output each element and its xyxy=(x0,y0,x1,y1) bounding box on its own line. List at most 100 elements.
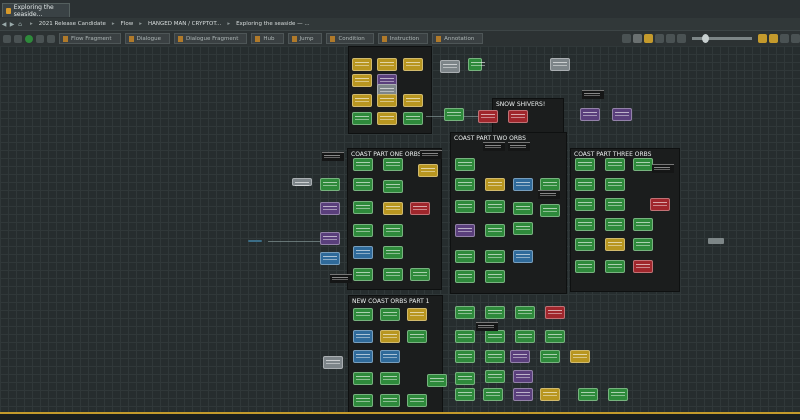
annotation-note[interactable] xyxy=(483,142,505,151)
annotation-button[interactable]: Annotation xyxy=(432,33,484,44)
flow-node[interactable] xyxy=(478,110,498,123)
flow-node[interactable] xyxy=(580,108,600,121)
window-icon[interactable] xyxy=(780,34,789,43)
flow-node[interactable] xyxy=(353,394,373,407)
search-icon[interactable] xyxy=(677,34,686,43)
flow-node[interactable] xyxy=(570,350,590,363)
layout-icon[interactable] xyxy=(622,34,631,43)
dialogue-button[interactable]: Dialogue xyxy=(124,33,170,44)
flow-node[interactable] xyxy=(320,178,340,191)
flow-node[interactable] xyxy=(403,94,423,107)
flow-node[interactable] xyxy=(540,388,560,401)
redo-icon[interactable] xyxy=(14,34,22,43)
flow-node[interactable] xyxy=(545,306,565,319)
flow-node[interactable] xyxy=(407,394,427,407)
flow-node[interactable] xyxy=(455,178,475,191)
flow-node[interactable] xyxy=(380,330,400,343)
breadcrumb-item[interactable]: Flow xyxy=(121,21,134,27)
annotation-note[interactable] xyxy=(420,150,442,159)
flow-node[interactable] xyxy=(485,200,505,213)
flow-node[interactable] xyxy=(485,370,505,383)
breadcrumb-item[interactable]: Exploring the seaside — ... xyxy=(236,21,310,27)
flow-node[interactable] xyxy=(633,158,653,171)
flow-node[interactable] xyxy=(377,94,397,107)
flow-node[interactable] xyxy=(513,178,533,191)
fit-icon[interactable] xyxy=(758,34,767,43)
flow-node[interactable] xyxy=(485,270,505,283)
flow-node[interactable] xyxy=(650,198,670,211)
flow-node[interactable] xyxy=(323,356,343,369)
dialogue-fragment-button[interactable]: Dialogue Fragment xyxy=(173,33,248,44)
flow-node[interactable] xyxy=(575,158,595,171)
flow-node[interactable] xyxy=(540,350,560,363)
breadcrumb-item[interactable]: HANGED MAN / CRYPTOT... xyxy=(148,21,221,27)
flow-node[interactable] xyxy=(320,202,340,215)
flow-node[interactable] xyxy=(612,108,632,121)
flow-node[interactable] xyxy=(575,238,595,251)
info-icon[interactable] xyxy=(47,34,55,43)
back-arrow-icon[interactable]: ◀ xyxy=(0,20,8,28)
condition-button[interactable]: Condition xyxy=(326,33,374,44)
input-pin[interactable] xyxy=(248,240,262,242)
flow-node[interactable] xyxy=(605,178,625,191)
flow-node[interactable] xyxy=(608,388,628,401)
flow-node[interactable] xyxy=(575,198,595,211)
flow-node[interactable] xyxy=(353,372,373,385)
flow-node[interactable] xyxy=(455,350,475,363)
flow-node[interactable] xyxy=(352,112,372,125)
flow-node[interactable] xyxy=(633,218,653,231)
instruction-button[interactable]: Instruction xyxy=(377,33,429,44)
flow-node[interactable] xyxy=(353,330,373,343)
annotation-note[interactable] xyxy=(538,190,560,199)
flow-node[interactable] xyxy=(578,388,598,401)
flow-node[interactable] xyxy=(352,74,372,87)
flow-node[interactable] xyxy=(455,372,475,385)
annotation-note[interactable] xyxy=(582,90,604,99)
flow-node[interactable] xyxy=(455,200,475,213)
flow-node[interactable] xyxy=(483,388,503,401)
undo-icon[interactable] xyxy=(3,34,11,43)
flow-node[interactable] xyxy=(605,158,625,171)
document-tab[interactable]: Exploring the seaside... xyxy=(2,3,70,18)
flow-node[interactable] xyxy=(515,330,535,343)
flow-node[interactable] xyxy=(380,372,400,385)
flow-node[interactable] xyxy=(455,270,475,283)
flow-node[interactable] xyxy=(485,350,505,363)
flow-node[interactable] xyxy=(468,58,485,71)
flow-node[interactable] xyxy=(633,238,653,251)
flow-node[interactable] xyxy=(383,180,403,193)
flow-node[interactable] xyxy=(292,178,312,186)
flow-node[interactable] xyxy=(605,218,625,231)
flow-node[interactable] xyxy=(410,202,430,215)
annotation-note[interactable] xyxy=(476,322,498,331)
flow-node[interactable] xyxy=(383,246,403,259)
up-icon[interactable] xyxy=(36,34,44,43)
flow-node[interactable] xyxy=(455,306,475,319)
annotation-note[interactable] xyxy=(508,142,530,151)
flow-fragment-button[interactable]: Flow Fragment xyxy=(59,33,121,44)
hub-button[interactable]: Hub xyxy=(251,33,284,44)
annotation-note[interactable] xyxy=(652,164,674,173)
breadcrumb-item[interactable]: 2021 Release Candidate xyxy=(39,21,106,27)
flow-node[interactable] xyxy=(380,350,400,363)
flow-node[interactable] xyxy=(485,330,505,343)
flow-node[interactable] xyxy=(353,268,373,281)
flow-node[interactable] xyxy=(575,178,595,191)
flow-node[interactable] xyxy=(513,388,533,401)
flow-node[interactable] xyxy=(353,224,373,237)
flow-node[interactable] xyxy=(444,108,464,121)
flow-node[interactable] xyxy=(513,370,533,383)
flow-node[interactable] xyxy=(513,250,533,263)
flow-node[interactable] xyxy=(455,330,475,343)
flow-node[interactable] xyxy=(353,350,373,363)
flow-node[interactable] xyxy=(353,201,373,214)
flow-group[interactable]: SNOW SHIVERS! xyxy=(492,98,564,134)
flow-node[interactable] xyxy=(383,224,403,237)
flow-node[interactable] xyxy=(605,260,625,273)
snap-icon[interactable] xyxy=(644,34,653,43)
flow-node[interactable] xyxy=(407,308,427,321)
flow-node[interactable] xyxy=(485,178,505,191)
flow-node[interactable] xyxy=(455,224,475,237)
annotation-note[interactable] xyxy=(330,274,352,283)
grid-toggle-icon[interactable] xyxy=(769,34,778,43)
